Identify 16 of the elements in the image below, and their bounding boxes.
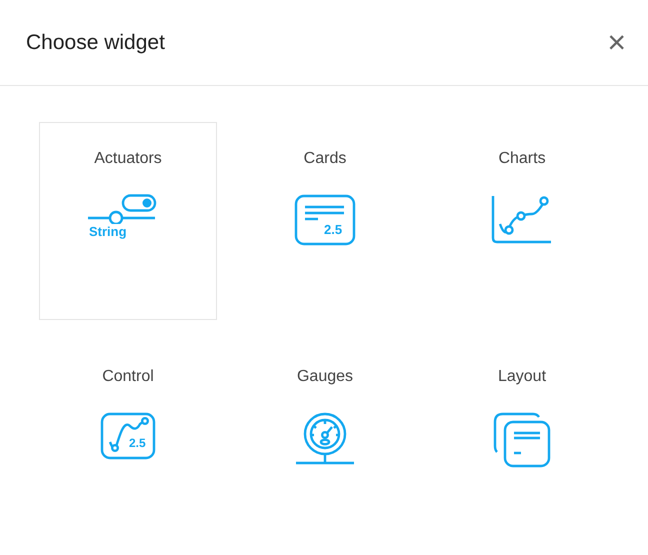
card-icon xyxy=(294,194,356,246)
widget-tile[interactable]: Gauges xyxy=(236,340,414,538)
icon-text: 2.5 xyxy=(324,222,342,237)
line-chart-icon xyxy=(491,194,553,244)
close-button[interactable]: × xyxy=(603,24,630,61)
stacked-cards-icon xyxy=(493,412,551,468)
widget-tile[interactable]: Cards 2.5 xyxy=(236,122,414,320)
widget-tile[interactable]: Layout xyxy=(433,340,611,538)
gauge-icon xyxy=(294,412,356,466)
widget-tile[interactable]: Charts xyxy=(433,122,611,320)
widget-tile[interactable]: Actuators String xyxy=(39,122,217,320)
widget-tile[interactable]: Control 2.5 xyxy=(39,340,217,538)
icon-text: String xyxy=(89,224,127,239)
dialog-title: Choose widget xyxy=(26,30,165,54)
icon-text: 2.5 xyxy=(129,436,146,450)
chart-card-icon xyxy=(100,412,156,460)
